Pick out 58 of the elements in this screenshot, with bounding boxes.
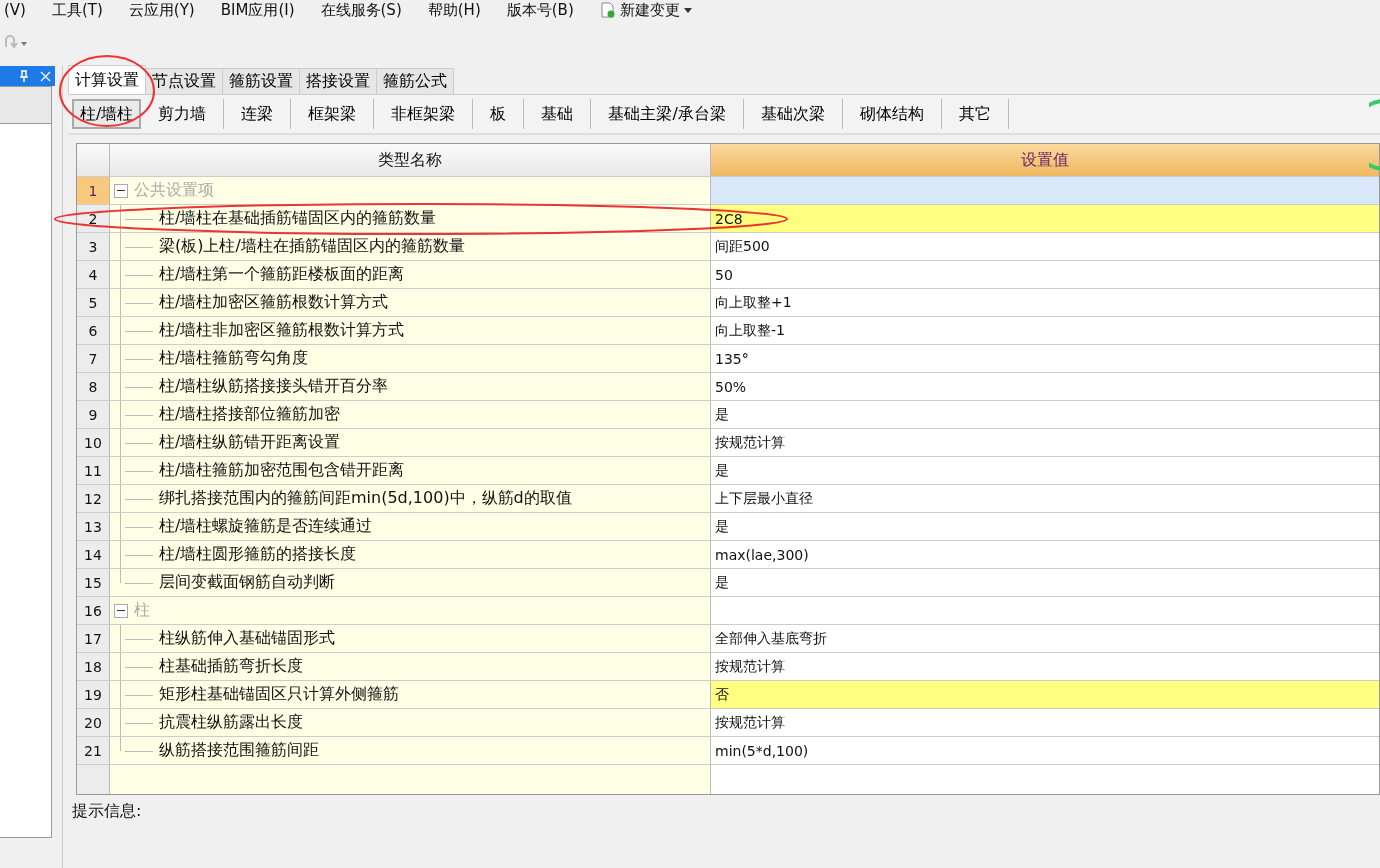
sub-tab[interactable]: 框架梁	[291, 99, 375, 129]
group-name: 柱	[134, 600, 150, 621]
setting-name: 柱/墙柱圆形箍筋的搭接长度	[159, 544, 357, 565]
setting-name: 矩形柱基础锚固区只计算外侧箍筋	[159, 684, 399, 705]
setting-name: 柱/墙柱搭接部位箍筋加密	[159, 404, 341, 425]
sub-tab[interactable]: 其它	[941, 99, 1009, 129]
tab[interactable]: 箍筋设置	[222, 68, 300, 94]
menu-item[interactable]: 帮助(H)	[427, 1, 481, 19]
column-header: 设置值	[711, 144, 1379, 177]
tab[interactable]: 节点设置	[145, 68, 223, 94]
row-number: 1	[77, 177, 110, 205]
sub-tab[interactable]: 砌体结构	[842, 99, 942, 129]
corner-cell	[77, 144, 110, 177]
sub-tab[interactable]: 剪力墙	[141, 99, 225, 129]
hint-label: 提示信息:	[72, 801, 142, 820]
value-cell[interactable]: 否	[711, 681, 1379, 709]
sub-tab[interactable]: 连梁	[224, 99, 292, 129]
tab[interactable]: 计算设置	[68, 65, 146, 94]
pin-icon[interactable]	[18, 70, 30, 82]
sub-tab[interactable]: 板	[473, 99, 525, 129]
menu-item[interactable]: 版本号(B)	[506, 1, 574, 19]
setting-name: 柱基础插筋弯折长度	[159, 656, 303, 677]
setting-name: 柱/墙柱纵筋错开距离设置	[159, 432, 341, 453]
setting-name: 纵筋搭接范围箍筋间距	[159, 740, 319, 761]
sub-tab[interactable]: 基础	[524, 99, 592, 129]
close-icon[interactable]	[40, 70, 51, 82]
menu-item[interactable]: 云应用(Y)	[128, 1, 195, 19]
menu-item[interactable]: 在线服务(S)	[320, 1, 402, 19]
sub-tab[interactable]: 基础次梁	[743, 99, 843, 129]
setting-name: 柱/墙柱纵筋搭接接头错开百分率	[159, 376, 389, 397]
setting-name: 柱/墙柱第一个箍筋距楼板面的距离	[159, 264, 405, 285]
setting-name: 柱纵筋伸入基础锚固形式	[159, 628, 335, 649]
setting-name: 柱/墙柱加密区箍筋根数计算方式	[159, 292, 389, 313]
setting-name: 柱/墙柱在基础插筋锚固区内的箍筋数量	[159, 208, 437, 229]
setting-name: 绑扎搭接范围内的箍筋间距min(5d,100)中，纵筋d的取值	[159, 488, 572, 509]
setting-name: 柱/墙柱箍筋弯勾角度	[159, 348, 309, 369]
sub-tab[interactable]: 柱/墙柱	[72, 99, 142, 129]
sub-tab[interactable]: 基础主梁/承台梁	[591, 99, 744, 129]
menu-item[interactable]: (V)	[4, 1, 26, 19]
caret-icon	[683, 7, 692, 13]
setting-name: 层间变截面钢筋自动判断	[159, 572, 335, 593]
setting-name: 柱/墙柱螺旋箍筋是否连续通过	[159, 516, 373, 537]
collapse-icon[interactable]	[114, 183, 128, 198]
tab[interactable]: 搭接设置	[299, 68, 377, 94]
value-cell[interactable]: 2C8	[711, 205, 1379, 233]
collapse-icon[interactable]	[114, 603, 128, 618]
setting-name: 柱/墙柱非加密区箍筋根数计算方式	[159, 320, 405, 341]
column-header: 类型名称	[110, 144, 711, 177]
document-icon	[599, 2, 616, 18]
group-name: 公共设置项	[134, 180, 214, 201]
menu-item[interactable]: BIM应用(I)	[220, 1, 295, 19]
sub-tab[interactable]: 非框架梁	[374, 99, 474, 129]
menu-item[interactable]: 工具(T)	[51, 1, 103, 19]
menu-item[interactable]: 新建变更	[599, 1, 692, 19]
setting-name: 梁(板)上柱/墙柱在插筋锚固区内的箍筋数量	[159, 236, 465, 257]
setting-name: 抗震柱纵筋露出长度	[159, 712, 303, 733]
setting-name: 柱/墙柱箍筋加密范围包含错开距离	[159, 460, 405, 481]
tab[interactable]: 箍筋公式	[376, 68, 454, 94]
